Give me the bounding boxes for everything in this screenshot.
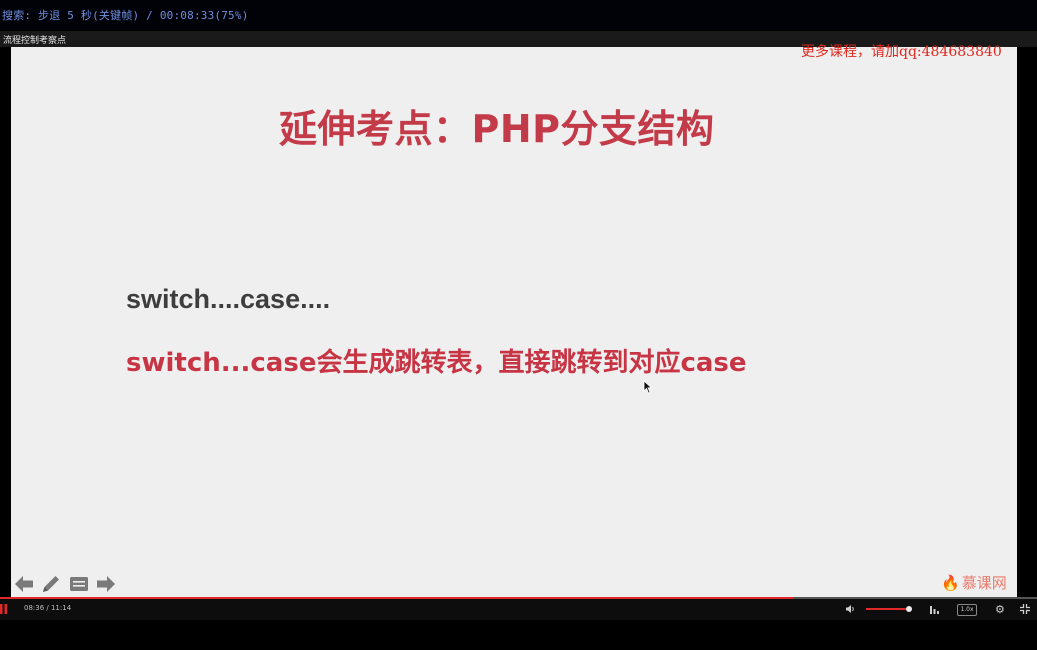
video-title: 流程控制考察点 — [3, 36, 67, 46]
frame-right-border — [1017, 47, 1037, 597]
flame-icon: 🔥 — [941, 574, 960, 592]
imooc-logo: 🔥 慕课网 — [941, 572, 1007, 593]
top-status-bar: 搜索: 步退 5 秒(关键帧) / 00:08:33(75%) — [0, 0, 1037, 30]
back-arrow-icon[interactable] — [13, 573, 35, 595]
forward-arrow-icon[interactable] — [95, 573, 117, 595]
player-controls: 08:36 / 11:14 1.0x ⚙ — [0, 599, 1037, 620]
note-icon[interactable] — [68, 573, 90, 595]
volume-slider[interactable] — [866, 606, 912, 612]
settings-gear-icon[interactable]: ⚙ — [995, 603, 1005, 616]
quality-bars-icon[interactable] — [930, 604, 940, 614]
overlay-ad-text: 更多课程，请加qq:484683840 — [801, 44, 1002, 60]
brand-name: 慕课网 — [961, 574, 1007, 592]
mouse-cursor-icon — [643, 380, 653, 394]
slide-line-jump-table: switch...case会生成跳转表，直接跳转到对应case — [126, 348, 747, 378]
volume-knob[interactable] — [905, 606, 912, 612]
bottom-letterbox — [0, 620, 1037, 650]
fullscreen-exit-icon[interactable] — [1020, 604, 1030, 614]
volume-fill — [866, 608, 909, 610]
slide-line-switch-case: switch....case.... — [126, 284, 331, 314]
pause-icon[interactable] — [0, 604, 8, 614]
time-display: 08:36 / 11:14 — [24, 604, 72, 612]
pen-icon[interactable] — [40, 573, 62, 595]
playback-speed-button[interactable]: 1.0x — [957, 604, 977, 616]
volume-icon[interactable] — [845, 604, 856, 614]
search-status-text: 搜索: 步退 5 秒(关键帧) / 00:08:33(75%) — [2, 9, 249, 22]
slide-title: 延伸考点：PHP分支结构 — [279, 107, 715, 151]
